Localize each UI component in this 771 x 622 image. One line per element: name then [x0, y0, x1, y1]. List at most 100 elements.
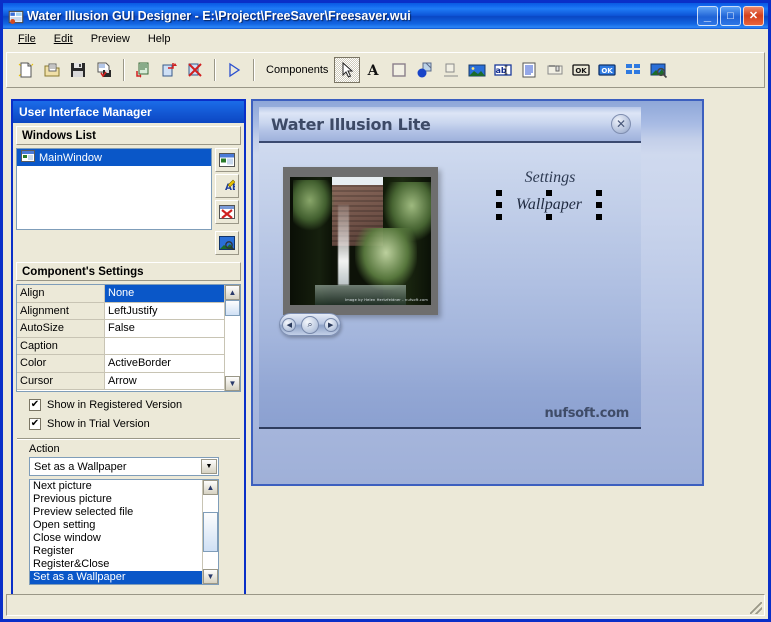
- menu-item-preview[interactable]: Preview: [82, 31, 139, 47]
- rename-window-button[interactable]: AB: [215, 174, 239, 198]
- list-item[interactable]: Preview selected file: [30, 506, 202, 519]
- property-value[interactable]: None: [105, 285, 224, 302]
- property-value[interactable]: LeftJustify: [105, 302, 224, 319]
- menu-item-help[interactable]: Help: [139, 31, 180, 47]
- minimize-icon: _: [703, 8, 712, 23]
- close-button[interactable]: ✕: [743, 6, 764, 26]
- list-item[interactable]: Next picture: [30, 480, 202, 493]
- show-registered-row[interactable]: ✔ Show in Registered Version: [29, 399, 244, 411]
- scrollbar-thumb[interactable]: [203, 512, 242, 602]
- save-button[interactable]: [65, 57, 91, 83]
- memo-tool-button[interactable]: [516, 57, 542, 83]
- open-file-button[interactable]: [39, 57, 65, 83]
- maximize-icon: □: [727, 9, 734, 22]
- panel-divider: [17, 438, 240, 439]
- show-registered-checkbox[interactable]: ✔: [29, 399, 41, 411]
- action-listbox-scrollbar[interactable]: ▲ ▼: [202, 480, 242, 602]
- show-trial-label: Show in Trial Version: [47, 418, 150, 430]
- picture-frame[interactable]: Image by Helen Hertzfeldner - nufsoft.co…: [283, 167, 438, 315]
- scrollbar-track[interactable]: [225, 316, 240, 376]
- scroll-up-icon[interactable]: ▲: [203, 480, 218, 495]
- cut-button[interactable]: [130, 57, 156, 83]
- minimize-button[interactable]: _: [697, 6, 718, 26]
- groupbox-tool-button[interactable]: [438, 57, 464, 83]
- panel-tool-button[interactable]: [386, 57, 412, 83]
- edit-box-tool-button[interactable]: ab: [490, 57, 516, 83]
- table-row[interactable]: Caption: [17, 337, 224, 355]
- menu-item-edit[interactable]: Edit: [45, 31, 82, 47]
- preview-window-button[interactable]: [215, 231, 239, 255]
- property-grid[interactable]: Align None Alignment LeftJustify AutoSiz…: [16, 284, 242, 602]
- property-value[interactable]: False: [105, 320, 224, 337]
- label-text-tool-button[interactable]: A: [360, 57, 386, 83]
- resize-handle-ne[interactable]: [596, 190, 602, 196]
- skin-close-icon[interactable]: ✕: [611, 114, 631, 134]
- list-item[interactable]: Register: [30, 545, 202, 558]
- design-canvas[interactable]: Water Illusion Lite ✕ Image by Helen Her…: [251, 99, 704, 486]
- next-picture-button[interactable]: ▶: [323, 317, 338, 332]
- resize-handle-se[interactable]: [596, 214, 602, 220]
- property-name: Alignment: [17, 302, 105, 319]
- delete-button[interactable]: [182, 57, 208, 83]
- show-trial-checkbox[interactable]: ✔: [29, 418, 41, 430]
- ok-button-tool-button[interactable]: OK: [568, 57, 594, 83]
- scroll-up-icon[interactable]: ▲: [225, 285, 240, 300]
- list-item[interactable]: Open setting: [30, 519, 202, 532]
- application-icon: [7, 8, 24, 24]
- action-combobox[interactable]: Set as a Wallpaper ▼: [29, 457, 219, 476]
- delete-window-button[interactable]: [215, 200, 239, 224]
- copy-button[interactable]: [156, 57, 182, 83]
- resize-handle-s[interactable]: [546, 214, 552, 220]
- wallpaper-component-selected[interactable]: Wallpaper: [496, 190, 602, 220]
- grid-tool-button[interactable]: [620, 57, 646, 83]
- pointer-tool-button[interactable]: [334, 57, 361, 83]
- resize-grip-icon[interactable]: [750, 602, 762, 614]
- bitmap-button-tool-button[interactable]: OK: [594, 57, 620, 83]
- preview-image-tool-button[interactable]: [646, 57, 672, 83]
- scrollbar-thumb[interactable]: [225, 300, 242, 602]
- property-value[interactable]: [105, 337, 224, 354]
- resize-handle-sw[interactable]: [496, 214, 502, 220]
- run-preview-button[interactable]: [221, 57, 247, 83]
- photo-credit: Image by Helen Hertzfeldner - nufsoft.co…: [345, 298, 428, 302]
- maximize-button[interactable]: □: [720, 6, 741, 26]
- svg-text:OK: OK: [602, 67, 614, 75]
- settings-label[interactable]: Settings: [495, 169, 605, 187]
- list-item[interactable]: Register&Close: [30, 558, 202, 571]
- list-item[interactable]: MainWindow: [17, 149, 211, 166]
- table-row[interactable]: Align None: [17, 285, 224, 303]
- table-row[interactable]: Alignment LeftJustify: [17, 302, 224, 320]
- menu-item-file[interactable]: File: [9, 31, 45, 47]
- new-file-button[interactable]: [13, 57, 39, 83]
- action-listbox[interactable]: Next picture Previous picture Preview se…: [29, 479, 242, 602]
- svg-text:OK: OK: [576, 67, 588, 75]
- trackbar-tool-button[interactable]: [542, 57, 568, 83]
- skin-preview-window[interactable]: Water Illusion Lite ✕ Image by Helen Her…: [259, 107, 641, 429]
- resize-handle-nw[interactable]: [496, 190, 502, 196]
- resize-handle-e[interactable]: [596, 202, 602, 208]
- scroll-down-icon[interactable]: ▼: [225, 376, 240, 391]
- list-item[interactable]: Previous picture: [30, 493, 202, 506]
- add-window-button[interactable]: [215, 148, 239, 172]
- show-trial-row[interactable]: ✔ Show in Trial Version: [29, 418, 244, 430]
- table-row[interactable]: AutoSize False: [17, 320, 224, 338]
- property-value[interactable]: Arrow: [105, 372, 224, 389]
- table-row[interactable]: Cursor Arrow: [17, 372, 224, 390]
- image-tool-button[interactable]: [464, 57, 490, 83]
- save-as-button[interactable]: [91, 57, 117, 83]
- previous-picture-button[interactable]: ◀: [282, 317, 297, 332]
- table-row[interactable]: Color ActiveBorder: [17, 355, 224, 373]
- windows-list[interactable]: MainWindow: [16, 148, 212, 230]
- scroll-down-icon[interactable]: ▼: [203, 569, 218, 584]
- list-item[interactable]: Close window: [30, 532, 202, 545]
- scrollbar-track[interactable]: [203, 552, 218, 569]
- property-value[interactable]: ActiveBorder: [105, 355, 224, 372]
- chevron-down-icon[interactable]: ▼: [201, 459, 217, 474]
- list-item[interactable]: Set as a Wallpaper: [30, 571, 202, 584]
- property-grid-scrollbar[interactable]: ▲ ▼: [224, 285, 242, 602]
- scrollbar-track[interactable]: [203, 495, 218, 512]
- resize-handle-w[interactable]: [496, 202, 502, 208]
- zoom-button[interactable]: ⌕: [300, 315, 319, 334]
- shape-tool-button[interactable]: [412, 57, 438, 83]
- resize-handle-n[interactable]: [546, 190, 552, 196]
